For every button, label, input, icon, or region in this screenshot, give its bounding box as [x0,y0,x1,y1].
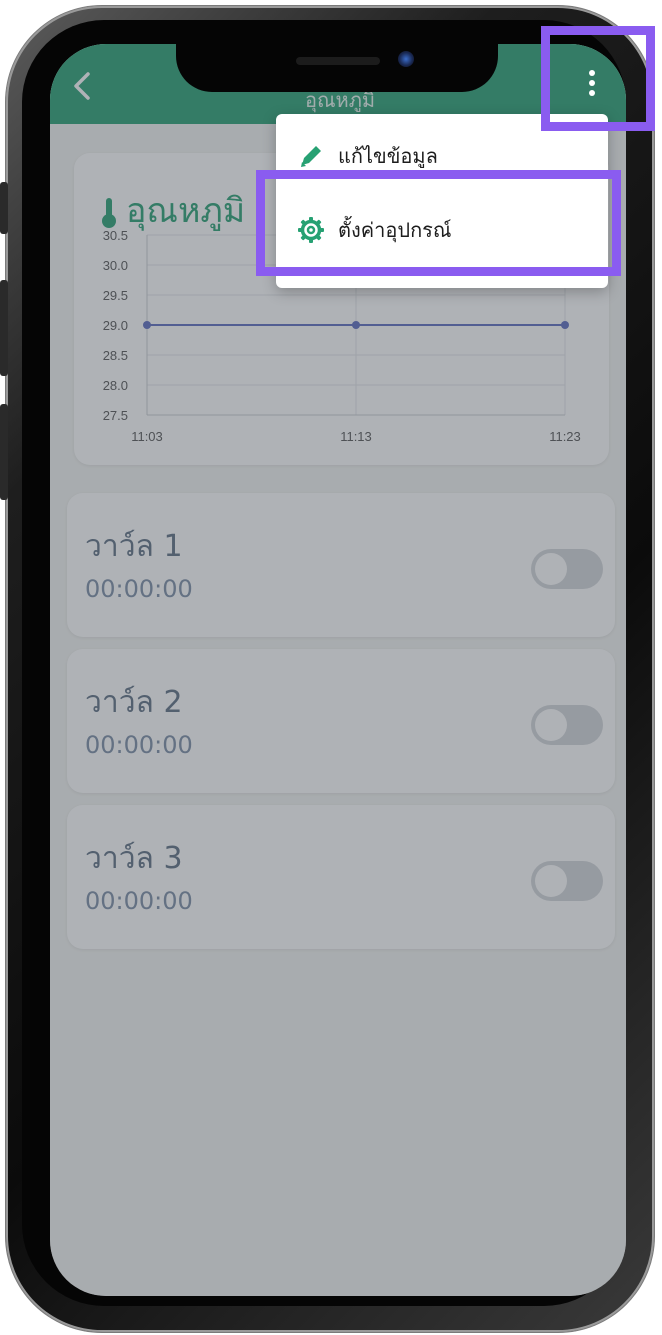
front-camera [398,51,414,67]
highlight-box-more-button [541,26,655,131]
earpiece-speaker [296,57,380,65]
volume-up-button [0,280,8,376]
silent-switch [0,182,8,234]
volume-down-button [0,404,8,500]
menu-item-label: แก้ไขข้อมูล [338,144,438,168]
pencil-icon [301,146,321,167]
highlight-box-device-settings [256,170,621,276]
